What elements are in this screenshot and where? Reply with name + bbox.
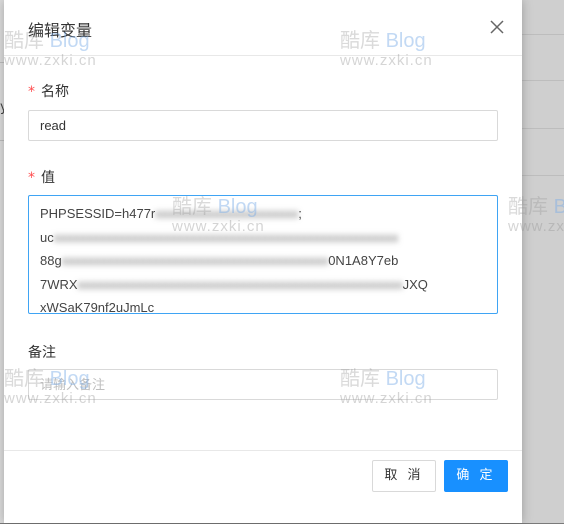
dialog-footer: 取 消 确 定	[4, 450, 522, 524]
background-page-right	[518, 0, 564, 523]
dialog-header: 编辑变量	[4, 0, 522, 56]
value-line-5: xWSaK79nf2uJmLc	[40, 300, 155, 314]
required-mark: *	[28, 170, 35, 186]
note-input[interactable]: 请输入备注	[28, 369, 498, 400]
close-icon[interactable]	[486, 16, 508, 38]
value-line-1: PHPSESSID=h477rxxxxxxxxxxxxxxxxxxxxxx;	[40, 206, 302, 221]
value-line-3: 88gxxxxxxxxxxxxxxxxxxxxxxxxxxxxxxxxxxxxx…	[40, 253, 399, 268]
required-mark: *	[28, 84, 35, 100]
value-line-4: 7WRXxxxxxxxxxxxxxxxxxxxxxxxxxxxxxxxxxxxx…	[40, 276, 428, 292]
edit-variable-dialog: 编辑变量 * 名称 read * 值 PHPSESSID=h477rxxxxxxxx…	[4, 0, 522, 523]
value-textarea[interactable]: PHPSESSID=h477rxxxxxxxxxxxxxxxxxxxxxx; u…	[28, 195, 498, 314]
value-label-text: 值	[41, 170, 55, 186]
name-label: * 名称	[28, 81, 69, 101]
value-label: * 值	[28, 167, 55, 187]
cancel-button[interactable]: 取 消	[372, 460, 436, 492]
name-input[interactable]: read	[28, 110, 498, 141]
name-label-text: 名称	[41, 84, 69, 100]
ok-button[interactable]: 确 定	[444, 460, 508, 492]
value-line-2: ucxxxxxxxxxxxxxxxxxxxxxxxxxxxxxxxxxxxxxx…	[40, 229, 399, 245]
note-label: 备注	[28, 345, 56, 361]
dialog-title: 编辑变量	[28, 21, 93, 40]
